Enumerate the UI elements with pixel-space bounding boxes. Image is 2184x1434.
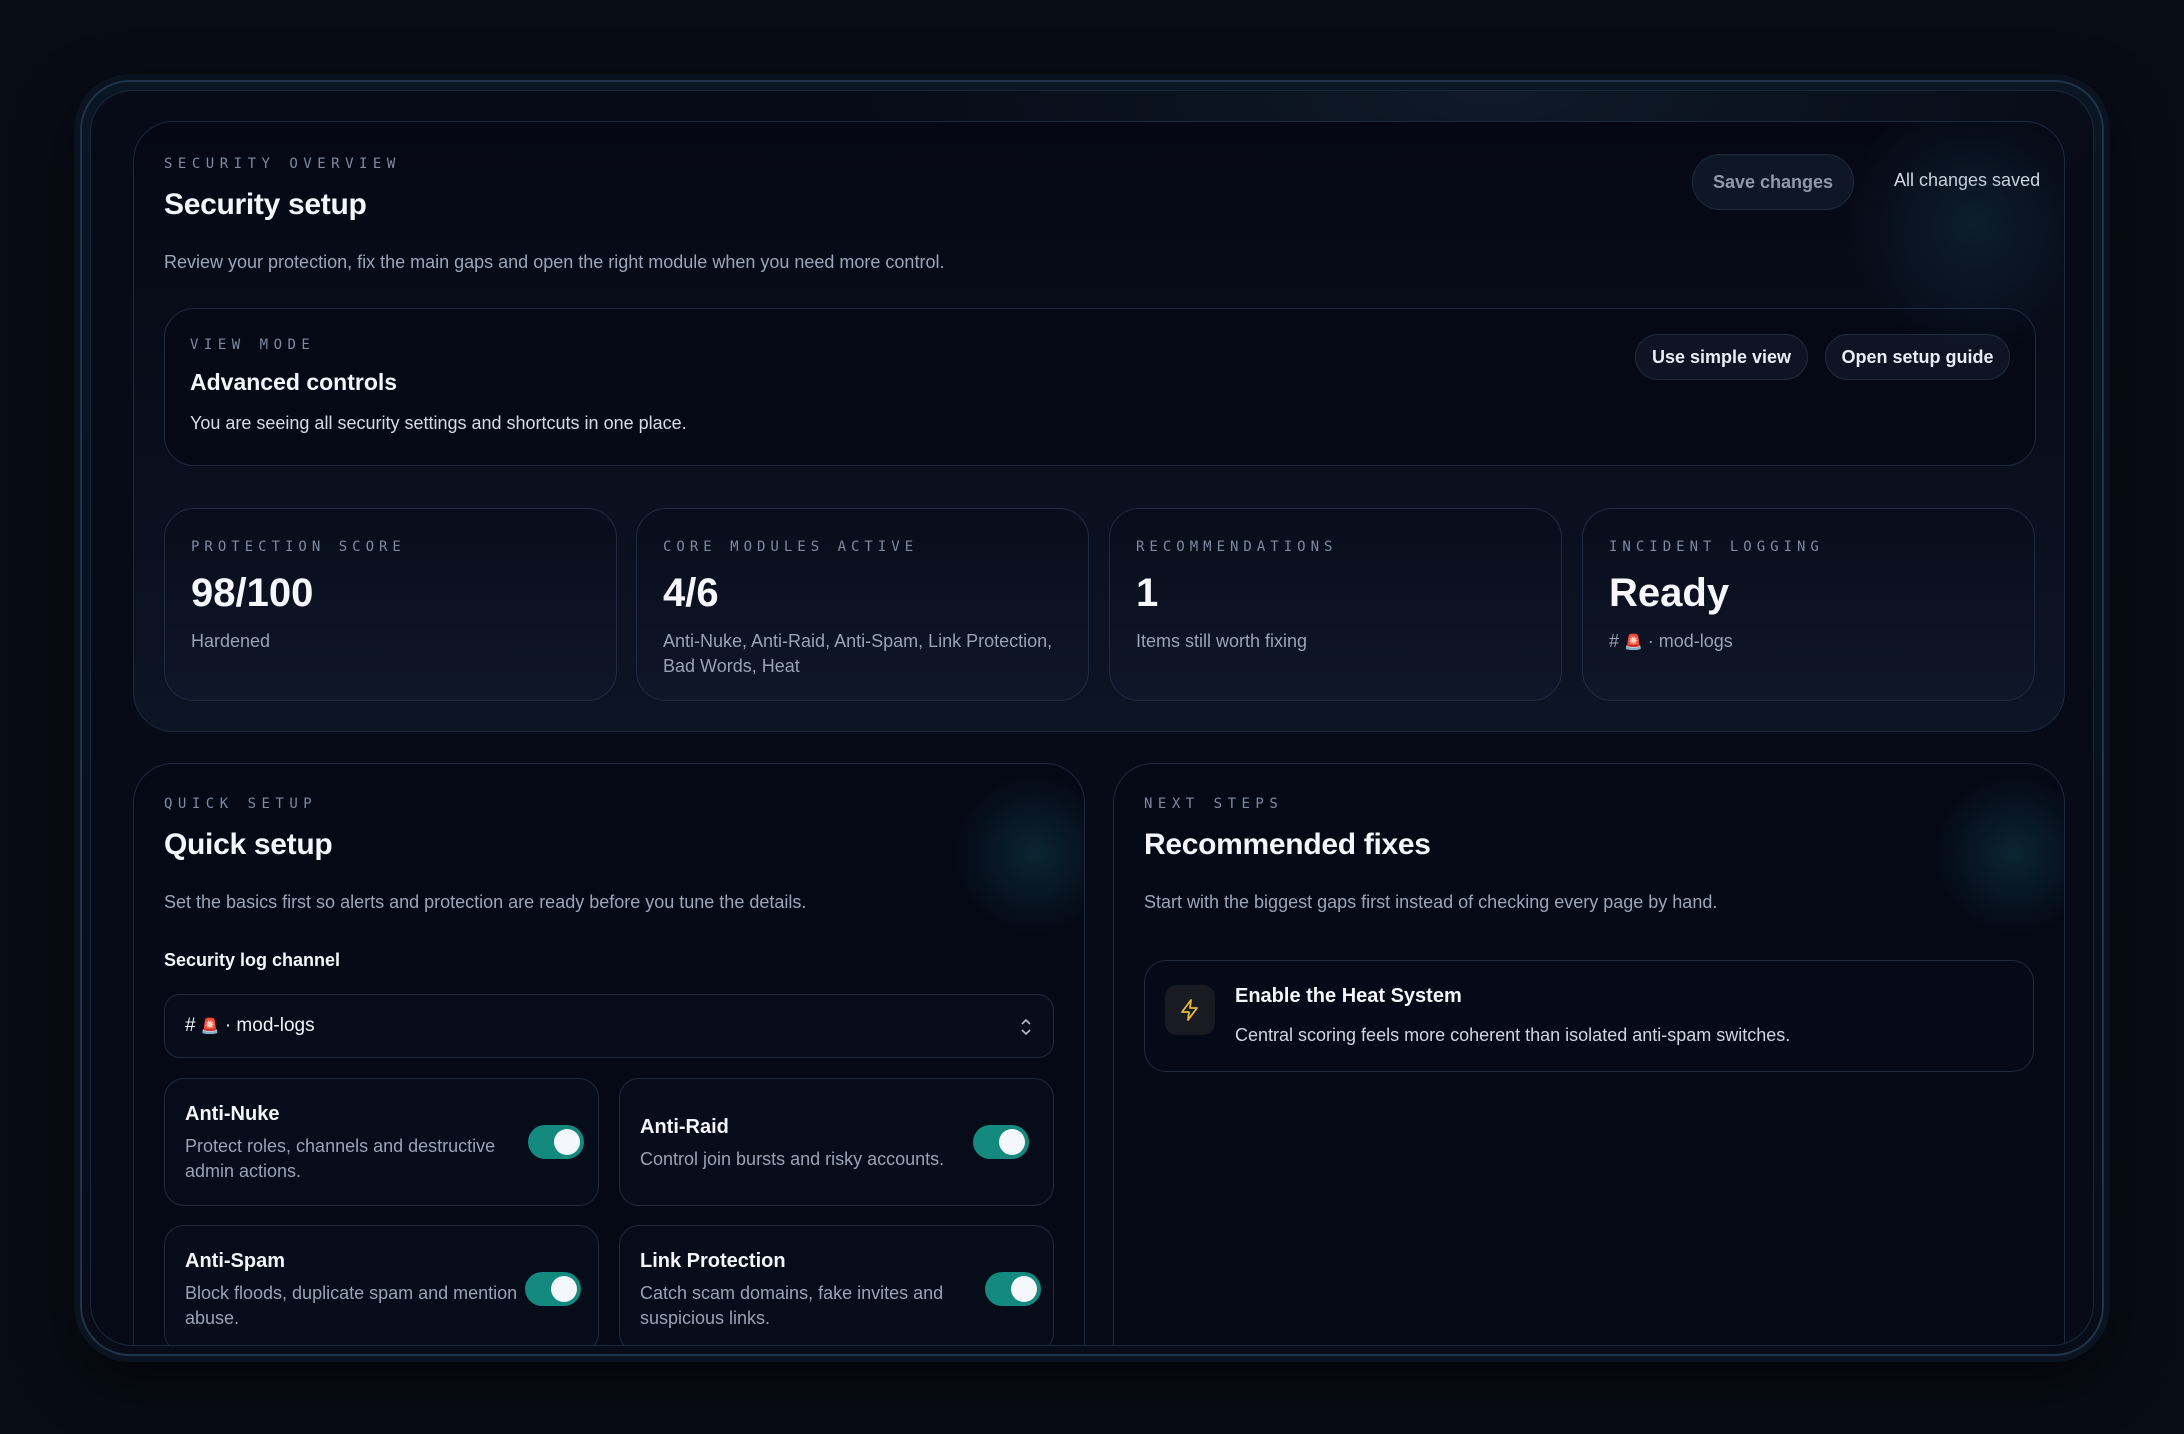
log-channel-select[interactable]: # 🚨 · mod-logs [164,994,1054,1058]
fix-description: Central scoring feels more coherent than… [1235,1025,1791,1045]
module-description: Protect roles, channels and destructive … [185,1136,496,1181]
stat-description: Anti-Nuke, Anti-Raid, Anti-Spam, Link Pr… [663,631,1053,676]
next-steps-title: Recommended fixes [1144,828,1431,861]
app-window: SECURITY OVERVIEW Security setup Review … [90,90,2094,1346]
overview-eyebrow: SECURITY OVERVIEW [164,156,401,172]
quick-setup-subtitle: Set the basics first so alerts and prote… [164,892,807,912]
toggle-knob [1011,1276,1037,1302]
module-name: Anti-Spam [185,1250,285,1272]
save-button[interactable]: Save changes [1692,154,1854,210]
stat-value: 4/6 [663,571,719,615]
link-protection-toggle[interactable] [985,1272,1041,1306]
next-steps-panel: NEXT STEPS Recommended fixes Start with … [1113,763,2065,1345]
quick-setup-title: Quick setup [164,828,333,861]
incident-channel: # 🚨 · mod-logs [1609,629,2019,655]
page-subtitle: Review your protection, fix the main gap… [164,252,945,272]
module-description: Block floods, duplicate spam and mention… [185,1283,518,1328]
stat-value: Ready [1609,571,1730,615]
channel-name: · mod-logs [1647,631,1733,651]
next-steps-eyebrow: NEXT STEPS [1144,796,1284,812]
module-card-link-protection: Link Protection Catch scam domains, fake… [619,1225,1054,1345]
module-name: Anti-Raid [640,1116,729,1138]
channel-hash: # [1609,631,1620,651]
siren-icon: 🚨 [1624,634,1643,651]
stat-card-core-modules: CORE MODULES ACTIVE 4/6 Anti-Nuke, Anti-… [636,508,1089,701]
stat-label: RECOMMENDATIONS [1136,539,1338,555]
module-name: Link Protection [640,1250,786,1272]
fix-card-heat-system[interactable]: Enable the Heat System Central scoring f… [1144,960,2034,1072]
view-mode-card: VIEW MODE Advanced controls You are seei… [164,308,2036,466]
save-status: All changes saved [1894,170,2041,190]
toggle-knob [554,1129,580,1155]
lightning-icon [1165,985,1215,1035]
setup-guide-button[interactable]: Open setup guide [1825,334,2010,380]
simple-view-button[interactable]: Use simple view [1635,334,1808,380]
module-name: Anti-Nuke [185,1103,280,1125]
view-mode-eyebrow: VIEW MODE [190,337,316,353]
app-frame: SECURITY OVERVIEW Security setup Review … [80,80,2104,1356]
stat-label: CORE MODULES ACTIVE [663,539,919,555]
toggle-knob [999,1129,1025,1155]
stat-label: PROTECTION SCORE [191,539,406,555]
stat-value: 1 [1136,571,1159,615]
channel-hash: # [185,1015,196,1036]
module-card-anti-spam: Anti-Spam Block floods, duplicate spam a… [164,1225,599,1345]
page-title: Security setup [164,188,367,221]
stat-label: INCIDENT LOGGING [1609,539,1824,555]
stat-description: Items still worth fixing [1136,631,1308,651]
fix-title: Enable the Heat System [1235,985,1462,1007]
anti-nuke-toggle[interactable] [528,1125,584,1159]
log-channel-label: Security log channel [164,950,341,970]
log-channel-value: # 🚨 · mod-logs [185,1015,315,1037]
channel-name: · mod-logs [224,1015,315,1036]
security-overview-card: SECURITY OVERVIEW Security setup Review … [133,121,2065,732]
view-mode-title: Advanced controls [190,369,398,395]
stat-card-protection-score: PROTECTION SCORE 98/100 Hardened [164,508,617,701]
anti-raid-toggle[interactable] [973,1125,1029,1159]
chevron-updown-icon [1021,1018,1031,1036]
stat-value: 98/100 [191,571,314,615]
module-card-anti-raid: Anti-Raid Control join bursts and risky … [619,1078,1054,1206]
quick-setup-panel: QUICK SETUP Quick setup Set the basics f… [133,763,1085,1345]
stat-card-incident-logging: INCIDENT LOGGING Ready # 🚨 · mod-logs [1582,508,2035,701]
toggle-knob [551,1276,577,1302]
stat-card-recommendations: RECOMMENDATIONS 1 Items still worth fixi… [1109,508,1562,701]
siren-icon: 🚨 [200,1018,220,1035]
module-description: Catch scam domains, fake invites and sus… [640,1283,944,1328]
decorative-glow [1934,774,2064,934]
stat-description: Hardened [191,631,271,651]
anti-spam-toggle[interactable] [525,1272,581,1306]
quick-setup-eyebrow: QUICK SETUP [164,796,318,812]
decorative-glow [954,774,1084,934]
module-description: Control join bursts and risky accounts. [640,1149,945,1169]
view-mode-description: You are seeing all security settings and… [190,413,687,433]
next-steps-subtitle: Start with the biggest gaps first instea… [1144,892,1718,912]
module-card-anti-nuke: Anti-Nuke Protect roles, channels and de… [164,1078,599,1206]
